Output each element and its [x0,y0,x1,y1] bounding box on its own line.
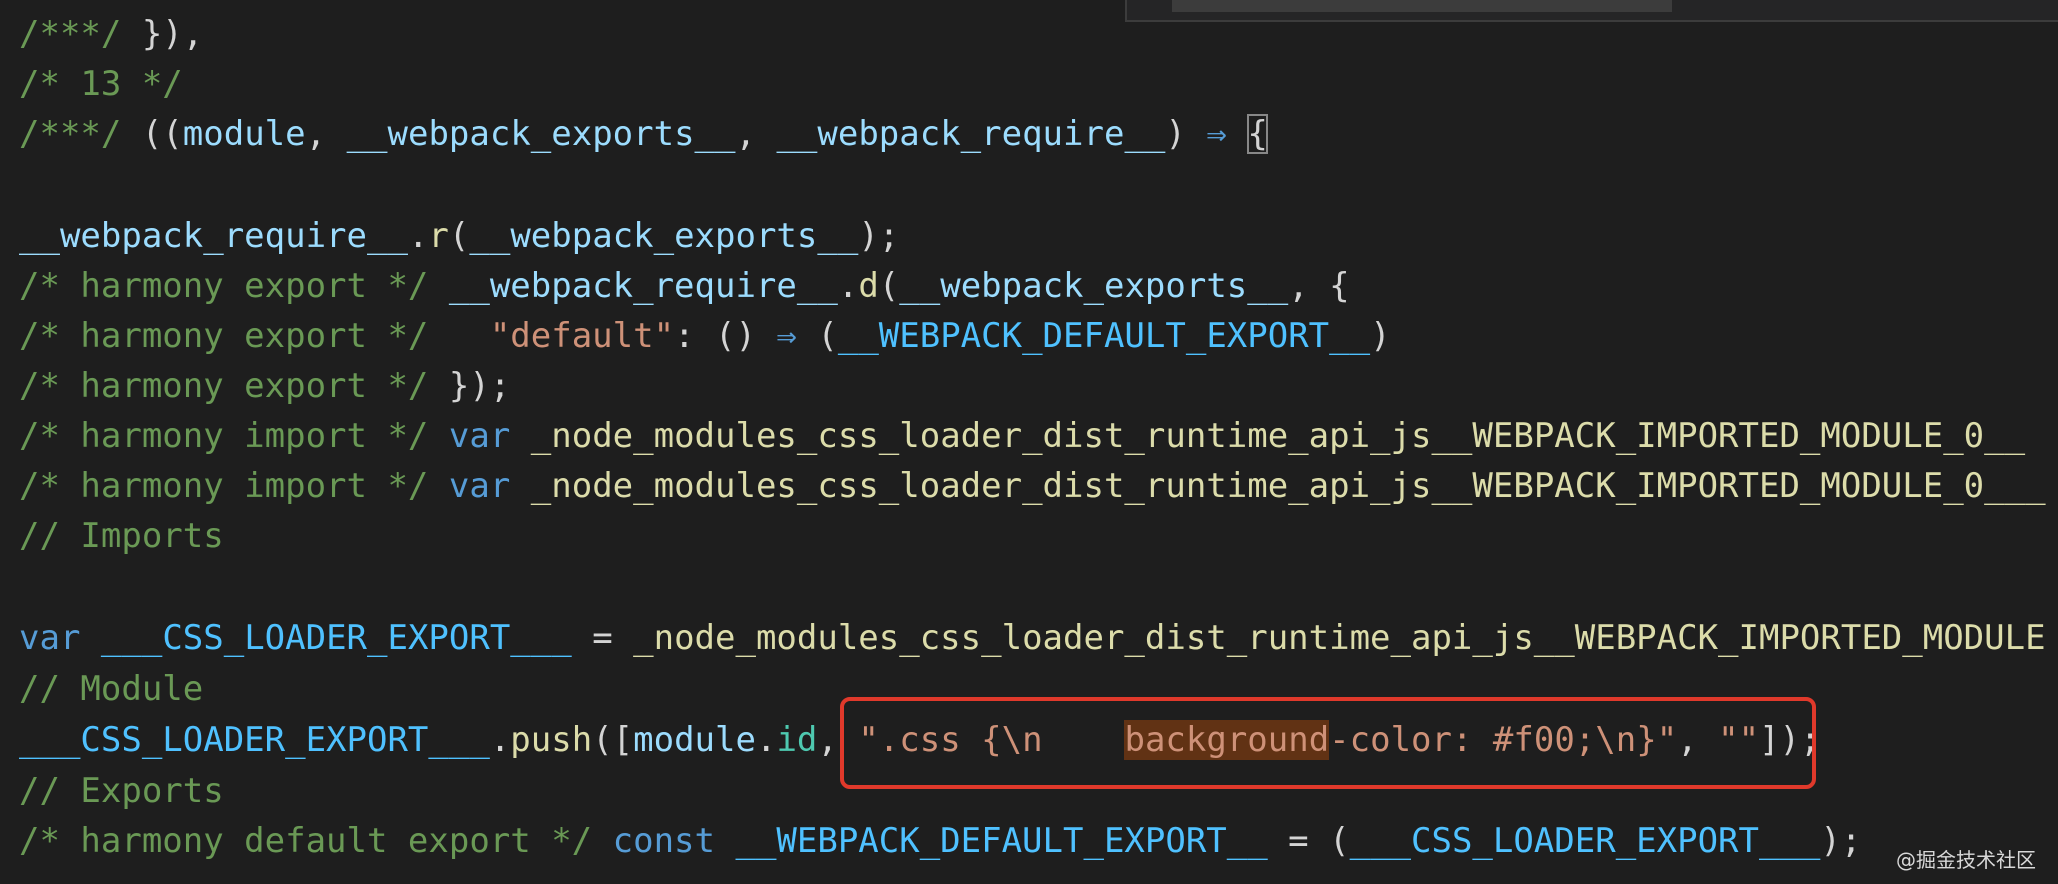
punctuation: }), [121,14,204,54]
comment: /* harmony import */ [19,416,429,456]
annotation-highlight-box [840,697,1816,789]
code-line-1[interactable]: /***/ }), [19,9,203,59]
string-literal: "default" [489,316,675,356]
function-name: push [510,720,593,760]
code-line-11[interactable]: // Imports [19,511,224,561]
find-input[interactable] [1172,0,1672,12]
code-line-17[interactable]: /* harmony default export */ const __WEB… [19,816,1861,866]
punctuation: (( [121,114,183,154]
identifier: _node_modules_css_loader_dist_runtime_ap… [633,618,2046,658]
code-line-14[interactable]: // Module [19,664,203,714]
comment: /* harmony export */ [19,266,429,306]
arrow-operator: ⇒ [776,316,797,356]
code-line-7[interactable]: /* harmony export */ "default": () ⇒ (__… [19,311,1391,361]
comment: // Imports [19,516,224,556]
punctuation: : () [674,316,777,356]
identifier: __webpack_require__ [448,266,838,306]
constant: ___CSS_LOADER_EXPORT___ [100,618,572,658]
comment: /* harmony export */ [19,316,429,356]
code-line-9[interactable]: /* harmony import */ var _node_modules_c… [19,411,2025,461]
punctuation: ) [1370,316,1391,356]
comment: /* harmony import */ [19,466,429,506]
punctuation: ); [1820,821,1862,861]
punctuation: . [489,720,511,760]
punctuation: . [407,216,429,256]
identifier: __webpack_exports__ [469,216,859,256]
code-line-13[interactable]: var ___CSS_LOADER_EXPORT___ = _node_modu… [19,613,2046,663]
constant: ___CSS_LOADER_EXPORT___ [1349,821,1821,861]
constant: __WEBPACK_DEFAULT_EXPORT__ [837,316,1371,356]
comment: // Module [19,669,204,709]
punctuation: ); [858,216,900,256]
punctuation: = ( [1267,821,1350,861]
keyword: var [448,416,511,456]
identifier: module [182,114,306,154]
comment: // Exports [19,771,224,811]
code-line-5[interactable]: __webpack_require__.r(__webpack_exports_… [19,211,899,261]
punctuation: , [735,114,777,154]
code-line-16[interactable]: // Exports [19,766,224,816]
identifier: __webpack_require__ [776,114,1166,154]
keyword: var [19,618,81,658]
punctuation: . [837,266,859,306]
punctuation: ( [448,216,470,256]
identifier: __webpack_require__ [19,216,408,256]
function-name: d [858,266,879,306]
constant: __WEBPACK_DEFAULT_EXPORT__ [735,821,1268,861]
code-line-6[interactable]: /* harmony export */ __webpack_require__… [19,261,1350,311]
constant: ___CSS_LOADER_EXPORT___ [19,720,490,760]
comment: /* harmony export */ [19,366,429,406]
identifier: _node_modules_css_loader_dist_runtime_ap… [530,466,2046,506]
code-line-2[interactable]: /* 13 */ [19,59,183,109]
punctuation: ) [1165,114,1207,154]
punctuation: , { [1288,266,1350,306]
find-widget [1125,0,2058,22]
comment: /* harmony default export */ [19,821,593,861]
comment: /* 13 */ [19,64,183,104]
comment: /***/ [19,14,122,54]
code-line-3[interactable]: /***/ ((module, __webpack_exports__, __w… [19,109,1268,159]
keyword: const [612,821,715,861]
punctuation: , [305,114,347,154]
arrow-operator: ⇒ [1206,114,1227,154]
property: id [776,720,818,760]
identifier: __webpack_exports__ [899,266,1289,306]
code-line-8[interactable]: /* harmony export */ }); [19,361,510,411]
punctuation: }); [428,366,511,406]
function-name: r [428,216,449,256]
punctuation: ([ [592,720,634,760]
identifier: module [633,720,756,760]
matched-bracket: { [1247,114,1268,154]
punctuation: = [571,618,634,658]
punctuation: ( [878,266,900,306]
comment: /***/ [19,114,122,154]
identifier: __webpack_exports__ [346,114,736,154]
punctuation: . [755,720,777,760]
identifier: _node_modules_css_loader_dist_runtime_ap… [530,416,2026,456]
watermark: @掘金技术社区 [1896,848,2036,872]
code-editor[interactable]: /***/ }), /* 13 */ /***/ ((module, __web… [0,0,2058,884]
keyword: var [448,466,511,506]
code-line-10[interactable]: /* harmony import */ var _node_modules_c… [19,461,2046,511]
punctuation: ( [796,316,838,356]
